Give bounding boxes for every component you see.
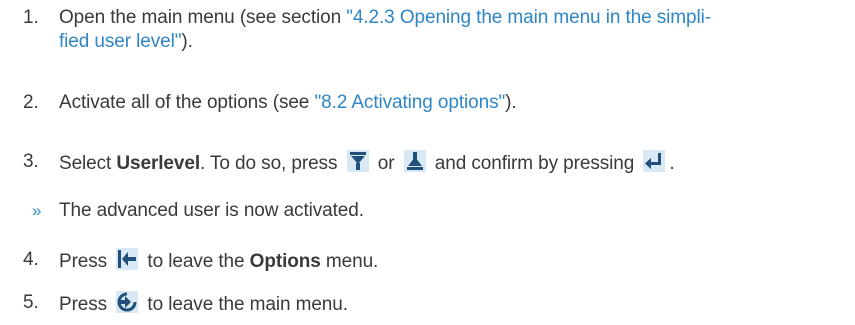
step-text-part: Open the main menu (see section	[59, 7, 347, 28]
step-text: Press to leave the main menu.	[59, 291, 855, 317]
step-text-part: ).	[505, 92, 517, 113]
step-text-part: .	[669, 153, 675, 174]
down-arrow-icon	[346, 150, 369, 172]
step-text-part: and confirm by pressing	[429, 153, 640, 174]
options-term: Options	[249, 251, 321, 272]
step-text: Activate all of the options (see "8.2 Ac…	[59, 91, 855, 115]
section-link-activating-options[interactable]: "8.2 Activating options"	[314, 92, 505, 113]
step-text: Open the main menu (see section "4.2.3 O…	[59, 6, 855, 54]
userlevel-term: Userlevel	[116, 153, 200, 174]
step-5: 5. Press to leave the main menu.	[0, 291, 855, 317]
step-text-part: Press	[59, 251, 113, 272]
section-link-main-menu-cont[interactable]: fied user level"	[59, 31, 181, 52]
step-4: 4. Press to leave the Options menu.	[0, 248, 855, 274]
step-text-part: Press	[59, 294, 113, 315]
result-marker: »	[32, 201, 42, 220]
result-text: The advanced user is now activated.	[59, 200, 364, 221]
step-text-part: to leave the main menu.	[142, 294, 348, 315]
step-3: 3. Select Userlevel. To do so, press or …	[0, 150, 855, 176]
step-number: 3.	[23, 151, 39, 172]
step-text-part: Activate all of the options (see	[59, 92, 315, 113]
step-1: 1. Open the main menu (see section "4.2.…	[0, 6, 855, 54]
back-icon	[116, 248, 139, 270]
step-number: 1.	[23, 7, 39, 28]
step-text: Press to leave the Options menu.	[59, 248, 855, 274]
instruction-document: 1. Open the main menu (see section "4.2.…	[0, 0, 855, 325]
section-link-main-menu[interactable]: "4.2.3 Opening the main menu in the simp…	[346, 7, 711, 28]
step-text: Select Userlevel. To do so, press or and…	[59, 150, 855, 176]
step-2: 2. Activate all of the options (see "8.2…	[0, 91, 855, 115]
step-text-part: Select	[59, 153, 117, 174]
home-exit-icon	[116, 291, 139, 313]
step-text-part: menu.	[320, 251, 379, 272]
step-number: 4.	[23, 249, 39, 270]
result-line: » The advanced user is now activated.	[0, 199, 855, 223]
step-text-part: or	[372, 153, 400, 174]
enter-icon	[643, 150, 666, 172]
step-text-part: to leave the	[142, 251, 250, 272]
up-arrow-icon	[403, 150, 426, 172]
step-number: 2.	[23, 92, 39, 113]
step-text-part: ).	[181, 31, 193, 52]
step-number: 5.	[23, 292, 39, 313]
step-text-part: . To do so, press	[200, 153, 343, 174]
